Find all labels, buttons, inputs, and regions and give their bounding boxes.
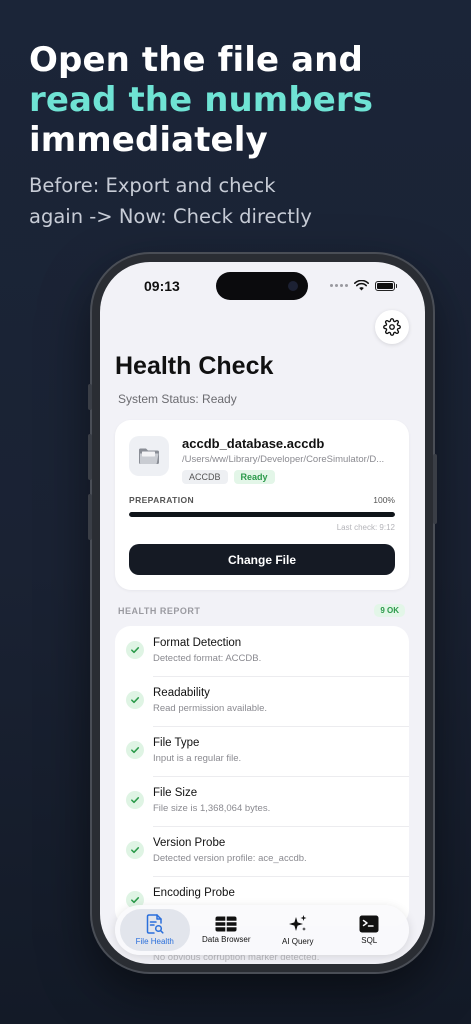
file-name: accdb_database.accdb: [182, 436, 325, 451]
status-icons: [330, 280, 397, 291]
power-button: [433, 454, 437, 524]
row-title: Encoding Probe: [153, 887, 235, 899]
gear-icon: [383, 318, 401, 336]
ok-count-badge: 9 OK: [374, 604, 405, 617]
last-check: Last check: 9:12: [336, 523, 395, 532]
list-item[interactable]: File Type Input is a regular file.: [115, 726, 409, 776]
tab-label: SQL: [361, 936, 378, 945]
phone-frame: 09:13 Health Check System Status: Ready: [88, 254, 437, 972]
dynamic-island: [216, 272, 308, 300]
settings-button[interactable]: [375, 310, 409, 344]
subheadline: Before: Export and check again -> Now: C…: [29, 170, 459, 232]
sparkle-icon: [288, 915, 307, 931]
signal-icon: [330, 284, 348, 287]
list-item[interactable]: Format Detection Detected format: ACCDB.: [115, 626, 409, 676]
list-item[interactable]: Readability Read permission available.: [115, 676, 409, 726]
preparation-label: PREPARATION: [129, 495, 195, 505]
tab-ai-query[interactable]: AI Query: [263, 909, 333, 951]
tab-label: AI Query: [281, 937, 314, 946]
page-title: Health Check: [115, 352, 274, 380]
ready-chip: Ready: [233, 470, 275, 484]
terminal-icon: [359, 915, 379, 933]
file-chips: ACCDB Ready: [182, 470, 275, 484]
headline-line-1: Open the file and: [29, 40, 363, 80]
tab-label: Data Browser: [202, 935, 251, 944]
row-title: Format Detection: [153, 637, 242, 649]
headline-line-2: read the numbers: [29, 80, 374, 120]
change-file-button[interactable]: Change File: [129, 544, 395, 575]
headline-line-3: immediately: [29, 120, 268, 160]
system-status: System Status: Ready: [118, 392, 237, 406]
subheadline-line-2: again -> Now: Check directly: [29, 205, 312, 228]
tab-sql[interactable]: SQL: [334, 909, 404, 951]
check-icon: [126, 691, 144, 709]
check-icon: [126, 741, 144, 759]
row-title: Readability: [153, 687, 210, 699]
volume-down-button: [88, 494, 92, 540]
row-detail: Detected version profile: ace_accdb.: [153, 853, 307, 864]
mute-switch: [88, 384, 92, 410]
tab-bar: File Health Data Browser AI Query SQL: [115, 905, 409, 955]
tab-data-browser[interactable]: Data Browser: [191, 909, 261, 951]
tab-label: File Health: [135, 937, 174, 946]
row-title: Version Probe: [153, 837, 226, 849]
format-chip: ACCDB: [182, 470, 228, 484]
check-icon: [126, 791, 144, 809]
folder-icon: [139, 448, 159, 464]
file-search-icon: [146, 914, 164, 934]
row-title: File Size: [153, 787, 198, 799]
tab-file-health[interactable]: File Health: [119, 909, 190, 951]
file-card: accdb_database.accdb /Users/ww/Library/D…: [115, 420, 409, 590]
health-report-list: Format Detection Detected format: ACCDB.…: [115, 626, 409, 926]
preparation-percent: 100%: [373, 495, 395, 505]
row-detail: Detected format: ACCDB.: [153, 653, 262, 664]
app-screen: 09:13 Health Check System Status: Ready: [100, 262, 425, 964]
battery-icon: [375, 280, 397, 291]
wifi-icon: [354, 280, 369, 291]
row-detail: Read permission available.: [153, 703, 268, 714]
check-icon: [126, 641, 144, 659]
camera-icon: [288, 281, 298, 291]
health-report-header: HEALTH REPORT: [118, 606, 201, 616]
list-item[interactable]: Version Probe Detected version profile: …: [115, 826, 409, 876]
subheadline-line-1: Before: Export and check: [29, 174, 276, 197]
check-icon: [126, 841, 144, 859]
preparation-progress-bar: [129, 512, 395, 517]
hero-headline: Open the file and read the numbers immed…: [29, 40, 459, 232]
list-item[interactable]: File Size File size is 1,368,064 bytes.: [115, 776, 409, 826]
progress-fill: [129, 512, 395, 517]
row-title: File Type: [153, 737, 200, 749]
volume-up-button: [88, 434, 92, 480]
row-detail: Input is a regular file.: [153, 753, 242, 764]
file-path: /Users/ww/Library/Developer/CoreSimulato…: [182, 454, 385, 465]
row-detail: File size is 1,368,064 bytes.: [153, 803, 271, 814]
table-grid-icon: [215, 916, 237, 932]
status-time: 09:13: [144, 278, 180, 294]
folder-tile: [129, 436, 169, 476]
